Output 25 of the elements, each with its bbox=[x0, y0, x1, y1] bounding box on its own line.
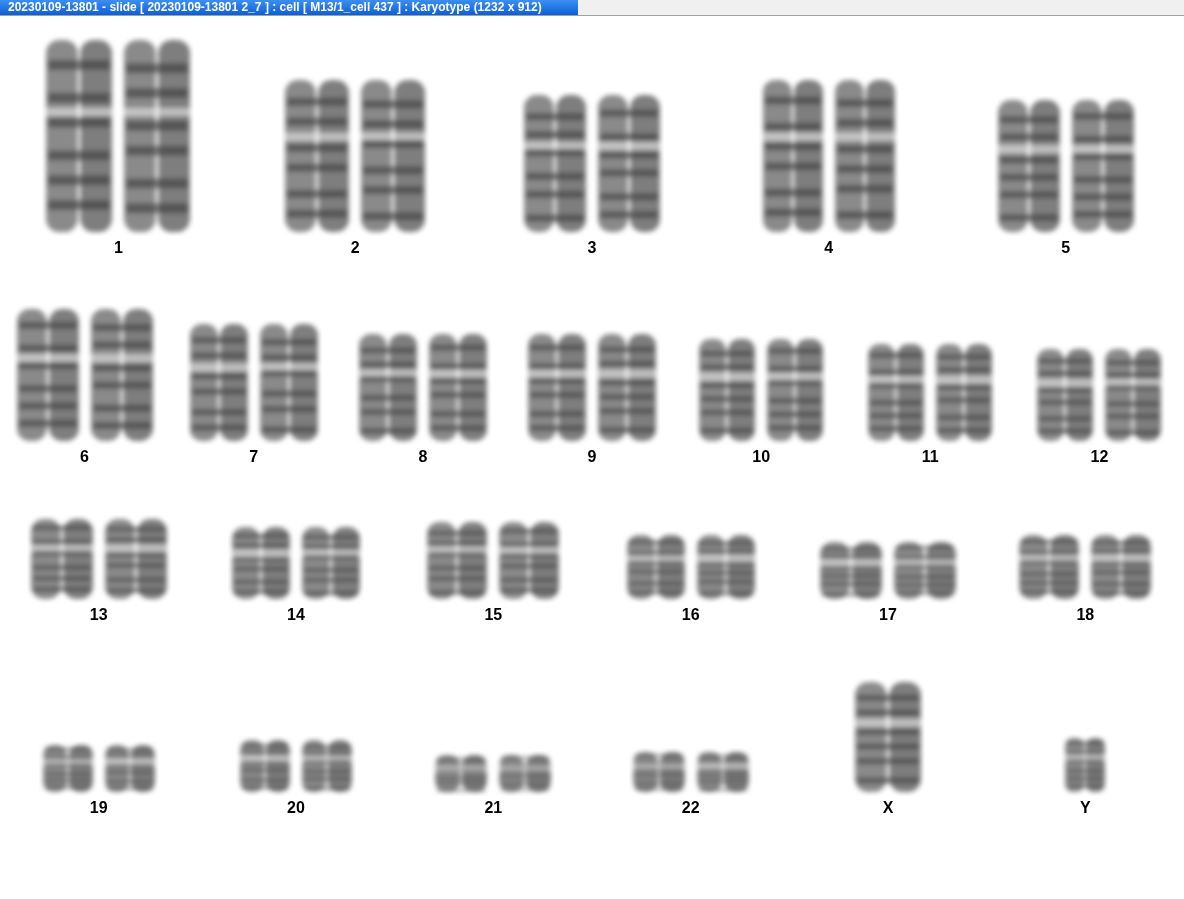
chromosome-label: 21 bbox=[484, 798, 503, 818]
chromosome-label: Y bbox=[1080, 798, 1091, 818]
chromosome-label: 1 bbox=[113, 238, 123, 258]
chromosome-label: 4 bbox=[824, 238, 834, 258]
chromosome-label: 14 bbox=[287, 605, 305, 625]
chromosome-label: 10 bbox=[752, 447, 771, 467]
chromosome-label: 16 bbox=[681, 605, 700, 625]
chromosome-label: 19 bbox=[89, 798, 108, 818]
chromosome-label: 13 bbox=[89, 605, 108, 625]
chromosome-label: 8 bbox=[418, 447, 428, 467]
chromosome-label: 11 bbox=[921, 447, 939, 467]
chromosome-label: X bbox=[882, 798, 894, 818]
chromosome-label: 2 bbox=[350, 238, 360, 258]
chromosome-label: 6 bbox=[80, 447, 89, 467]
chromosome-label: 18 bbox=[1076, 605, 1095, 625]
chromosome-label: 5 bbox=[1061, 238, 1071, 258]
chromosome-label: 17 bbox=[879, 605, 897, 625]
chromosome-label: 15 bbox=[484, 605, 503, 625]
window-title: 20230109-13801 - slide [ 20230109-13801 2_7 ] : cell [ M13/1_cell 437 ] : Karyotype (1232 x 912) bbox=[0, 0, 578, 15]
chromosome-label: 7 bbox=[249, 447, 259, 467]
chromosome-label: 22 bbox=[681, 798, 700, 818]
chromosome-label: 20 bbox=[287, 798, 305, 818]
chromosome-label: 12 bbox=[1090, 447, 1109, 467]
chromosome-label: 3 bbox=[587, 238, 597, 258]
chromosome-label: 9 bbox=[587, 447, 597, 467]
